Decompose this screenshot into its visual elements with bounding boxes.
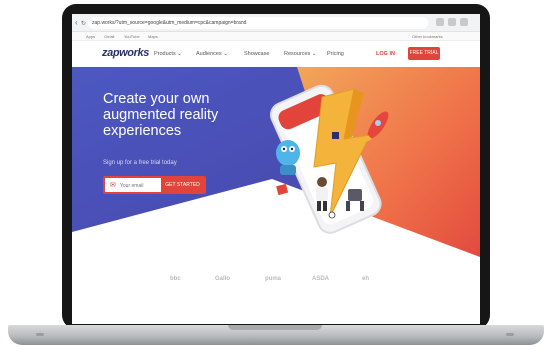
get-started-button[interactable]: GET STARTED — [161, 178, 204, 192]
laptop-notch — [228, 325, 322, 330]
nav-products[interactable]: Products ⌄ — [154, 51, 182, 57]
site-navbar: zapworks Products ⌄ Audiences ⌄ Showcase… — [72, 41, 480, 67]
hero-section: Create your own augmented reality experi… — [72, 67, 480, 267]
bookmark-item[interactable]: Apps — [86, 32, 95, 41]
partner-logo: puma — [265, 276, 282, 282]
bookmark-item[interactable]: YouTube — [124, 32, 140, 41]
bookmark-item[interactable]: Gmail — [104, 32, 114, 41]
partner-logo: ASDA — [312, 276, 330, 282]
email-input[interactable] — [120, 181, 160, 190]
partner-logo: Gallo — [215, 276, 231, 282]
partner-logos: bbc Gallo puma ASDA eh — [72, 276, 480, 290]
laptop-mockup: ‹ ↻ zap.works/?utm_source=google&utm_med… — [0, 0, 550, 354]
bookmarks-bar: Apps Gmail YouTube Maps Other bookmarks — [72, 32, 480, 41]
url-field[interactable]: zap.works/?utm_source=google&utm_medium=… — [88, 17, 428, 29]
bookmark-item[interactable]: Other bookmarks — [412, 32, 443, 41]
hero-subheading: Sign up for a free trial today — [103, 160, 177, 166]
nav-showcase[interactable]: Showcase — [244, 51, 269, 57]
zapworks-logo[interactable]: zapworks — [102, 47, 149, 59]
reload-icon[interactable]: ↻ — [81, 19, 86, 29]
menu-icon[interactable] — [460, 18, 468, 26]
hero-headline: Create your own augmented reality experi… — [103, 91, 219, 139]
signup-form: ✉ GET STARTED — [103, 176, 206, 194]
chevron-down-icon: ⌄ — [177, 51, 182, 57]
nav-audiences[interactable]: Audiences ⌄ — [196, 51, 228, 57]
partner-logo: eh — [362, 276, 370, 282]
mail-icon: ✉ — [110, 182, 116, 189]
laptop-foot — [36, 333, 44, 336]
browser-address-bar: ‹ ↻ zap.works/?utm_source=google&utm_med… — [72, 14, 480, 32]
star-icon[interactable] — [448, 18, 456, 26]
extension-icon[interactable] — [436, 18, 444, 26]
nav-resources[interactable]: Resources ⌄ — [284, 51, 316, 57]
login-link[interactable]: LOG IN — [376, 51, 395, 57]
chevron-down-icon: ⌄ — [311, 51, 317, 57]
chevron-down-icon: ⌄ — [223, 51, 228, 57]
nav-pricing[interactable]: Pricing — [327, 51, 344, 57]
back-arrow-icon[interactable]: ‹ — [75, 18, 78, 28]
bookmark-item[interactable]: Maps — [148, 32, 158, 41]
laptop-screen: ‹ ↻ zap.works/?utm_source=google&utm_med… — [72, 14, 480, 324]
laptop-foot — [506, 333, 514, 336]
free-trial-button[interactable]: FREE TRIAL — [408, 47, 440, 60]
partner-logo: bbc — [170, 276, 181, 282]
